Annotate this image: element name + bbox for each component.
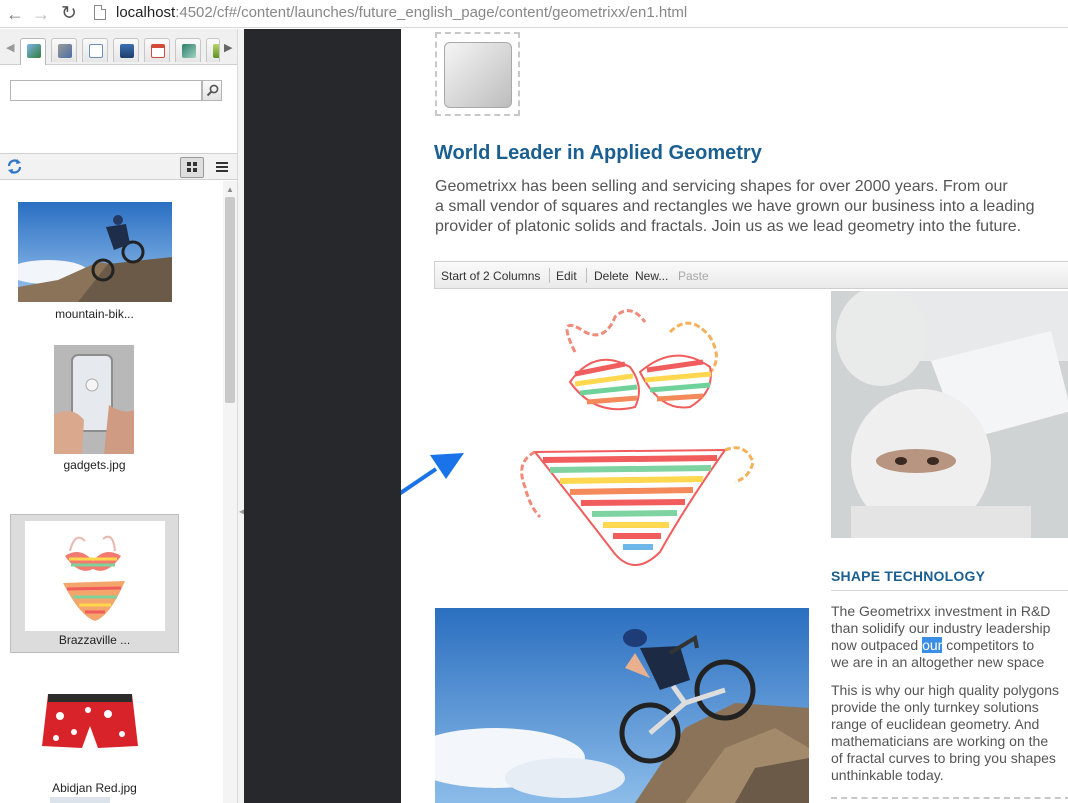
back-arrow-icon[interactable]: ← xyxy=(4,3,26,25)
view-toolbar xyxy=(0,154,243,180)
asset-label: gadgets.jpg xyxy=(63,458,126,472)
component-editbar: Start of 2 Columns Edit Delete New... Pa… xyxy=(434,261,1068,289)
components-icon xyxy=(58,44,72,58)
documents-icon xyxy=(89,44,103,58)
paste-button[interactable]: Paste xyxy=(678,269,709,283)
logo-placeholder[interactable] xyxy=(435,32,520,116)
asset-item[interactable]: Abidjan Red.jpg xyxy=(10,681,179,801)
asset-item[interactable]: mountain-bik... xyxy=(10,201,179,321)
tab-paragraphs[interactable] xyxy=(175,38,201,62)
pointer-arrow-icon xyxy=(401,453,464,496)
content-finder-panel: ◀ ▶ mountain-bik... gadgets.jpg Brazzavi… xyxy=(0,29,245,803)
url-field[interactable]: localhost:4502/cf#/content/launches/futu… xyxy=(116,3,687,23)
intro-line: a small vendor of squares and rectangles… xyxy=(435,198,1035,215)
asset-item[interactable]: gadgets.jpg xyxy=(10,344,179,479)
asset-item-selected[interactable]: Brazzaville ... xyxy=(10,514,179,653)
tab-calendar[interactable] xyxy=(144,38,170,62)
text-span: competitors to xyxy=(942,637,1035,653)
paragraph-line: unthinkable today. xyxy=(831,767,944,783)
forward-arrow-icon[interactable]: → xyxy=(30,3,52,25)
search-input[interactable] xyxy=(10,80,202,101)
intro-line: Geometrixx has been selling and servicin… xyxy=(435,178,1008,195)
page-content: World Leader in Applied Geometry Geometr… xyxy=(401,29,1068,803)
tabs-scroll-left-icon[interactable]: ◀ xyxy=(6,41,14,54)
tab-products[interactable] xyxy=(206,38,220,62)
paragraph-line: we are in an altogether new space xyxy=(831,654,1045,670)
browser-address-bar: ← → ↻ localhost:4502/cf#/content/launche… xyxy=(0,0,1068,28)
asset-list: mountain-bik... gadgets.jpg Brazzaville … xyxy=(0,181,222,803)
search-icon xyxy=(206,84,219,97)
new-button[interactable]: New... xyxy=(635,269,668,283)
tabs-scroll-right-icon[interactable]: ▶ xyxy=(224,41,232,54)
shape-paragraph-1: The Geometrixx investment in R&D than so… xyxy=(831,603,1068,671)
paragraph-line: mathematicians are working on the xyxy=(831,733,1049,749)
tab-movies[interactable] xyxy=(113,38,139,62)
products-icon xyxy=(213,44,219,58)
section-divider xyxy=(831,590,1068,591)
asset-label: mountain-bik... xyxy=(55,307,134,321)
drop-target-placeholder[interactable] xyxy=(831,797,1068,803)
asset-label: Brazzaville ... xyxy=(58,633,131,647)
bikini-image[interactable] xyxy=(435,292,810,602)
paragraph-line: range of euclidean geometry. And xyxy=(831,716,1040,732)
asset-thumbnail-brazzaville xyxy=(25,521,165,631)
page-title: World Leader in Applied Geometry xyxy=(434,142,762,164)
panel-splitter[interactable]: ◀ xyxy=(237,29,245,803)
url-host: localhost xyxy=(116,4,176,21)
lab-technician-image[interactable] xyxy=(831,291,1068,538)
calendar-icon xyxy=(151,44,165,58)
paragraph-line: than solidify our industry leadership xyxy=(831,620,1051,636)
editbar-separator xyxy=(586,268,587,283)
shape-paragraph-2: This is why our high quality polygons pr… xyxy=(831,682,1068,784)
text-span: now outpaced xyxy=(831,637,923,653)
list-view-icon[interactable] xyxy=(212,157,232,178)
search-area xyxy=(0,66,243,154)
page-icon xyxy=(94,5,106,20)
delete-button[interactable]: Delete xyxy=(594,269,629,283)
grid-view-icon xyxy=(187,162,197,172)
url-path: :4502/cf#/content/launches/future_englis… xyxy=(175,4,688,21)
paragraphs-icon xyxy=(182,44,196,58)
paragraph-line: This is why our high quality polygons xyxy=(831,682,1060,698)
scroll-up-icon[interactable]: ▲ xyxy=(226,185,234,194)
movies-icon xyxy=(120,44,134,58)
search-button[interactable] xyxy=(202,80,222,101)
editbar-label: Start of 2 Columns xyxy=(441,269,541,283)
paragraph-line: of fractal curves to bring you shapes xyxy=(831,750,1056,766)
asset-list-scrollbar[interactable]: ▲ xyxy=(223,181,237,803)
asset-thumbnail-gadgets xyxy=(54,345,134,454)
asset-thumbnail-partial xyxy=(50,797,110,803)
section-heading: SHAPE TECHNOLOGY xyxy=(831,568,986,584)
tab-components[interactable] xyxy=(51,38,77,62)
mountain-bike-image[interactable] xyxy=(435,608,809,803)
grid-view-button[interactable] xyxy=(180,157,204,178)
edit-button[interactable]: Edit xyxy=(556,269,577,283)
tab-images[interactable] xyxy=(20,38,46,65)
paragraph-line: now outpaced our competitors to xyxy=(831,637,1068,654)
asset-thumbnail-abidjan-red xyxy=(38,686,142,766)
logo-image-icon xyxy=(444,42,512,108)
content-finder-tabs: ◀ ▶ xyxy=(0,29,243,65)
asset-label: Abidjan Red.jpg xyxy=(52,781,137,795)
paragraph-line: The Geometrixx investment in R&D xyxy=(831,603,1051,619)
editbar-separator xyxy=(549,268,550,283)
scroll-thumb[interactable] xyxy=(225,197,235,403)
intro-line: provider of platonic solids and fractals… xyxy=(435,218,1022,235)
asset-thumbnail-mountain-bike xyxy=(18,202,172,302)
refresh-icon[interactable] xyxy=(6,158,23,175)
page-gutter xyxy=(244,29,401,803)
tab-documents[interactable] xyxy=(82,38,108,62)
paragraph-line: provide the only turnkey solutions xyxy=(831,699,1039,715)
intro-text: Geometrixx has been selling and servicin… xyxy=(435,177,1068,237)
selected-text: our xyxy=(922,637,943,653)
images-icon xyxy=(27,44,41,58)
reload-icon[interactable]: ↻ xyxy=(58,3,80,25)
